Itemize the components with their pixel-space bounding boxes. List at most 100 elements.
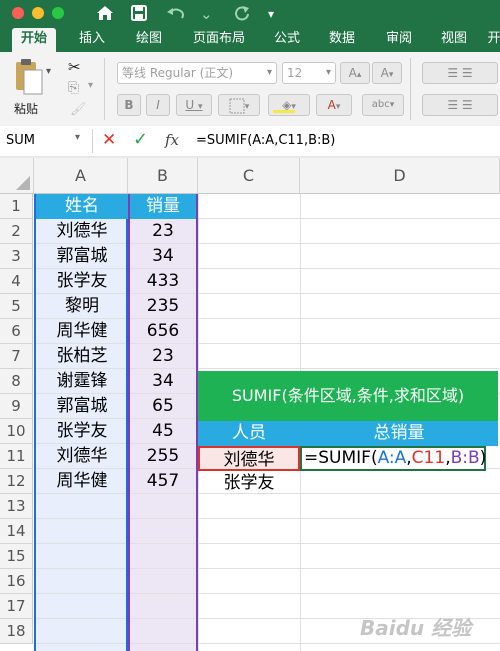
cell-b7[interactable]: 23 xyxy=(130,344,196,369)
cell-a10[interactable]: 张学友 xyxy=(36,419,128,444)
grow-font-button[interactable]: A▴ xyxy=(340,62,370,84)
cell-b1-header[interactable]: 销量 xyxy=(130,194,196,219)
cell-a5[interactable]: 黎明 xyxy=(36,294,128,319)
formula-input[interactable]: =SUMIF(A:A,C11,B:B) xyxy=(196,133,335,148)
row-header-18[interactable]: 18 xyxy=(0,619,33,644)
row-header-16[interactable]: 16 xyxy=(0,569,33,594)
font-size-box[interactable]: 12 ▾ xyxy=(282,62,336,84)
row-header-9[interactable]: 9 xyxy=(0,394,33,419)
shrink-font-button[interactable]: A▾ xyxy=(372,62,402,84)
row-header-5[interactable]: 5 xyxy=(0,294,33,319)
row-header-3[interactable]: 3 xyxy=(0,244,33,269)
tab-data[interactable]: 数据 xyxy=(320,28,364,52)
row-header-7[interactable]: 7 xyxy=(0,344,33,369)
bold-button[interactable]: B xyxy=(117,94,141,116)
horizontal-align-group[interactable]: ☰ ☰ xyxy=(422,94,498,116)
cell-d11-editing[interactable]: =SUMIF(A:A,C11,B:B) xyxy=(300,446,486,471)
copy-dropdown-icon[interactable]: ▾ xyxy=(88,80,93,91)
row-header-14[interactable]: 14 xyxy=(0,519,33,544)
name-box-dropdown-icon[interactable]: ▾ xyxy=(75,132,80,143)
home-icon[interactable] xyxy=(95,4,115,27)
cell-b11[interactable]: 255 xyxy=(130,444,196,469)
row-header-17[interactable]: 17 xyxy=(0,594,33,619)
format-painter-icon[interactable]: 🖌 xyxy=(70,102,87,117)
cell-d10-header[interactable]: 总销量 xyxy=(300,421,498,446)
cell-b4[interactable]: 433 xyxy=(130,269,196,294)
cell-b12[interactable]: 457 xyxy=(130,469,196,494)
cell-a12[interactable]: 周华健 xyxy=(36,469,128,494)
fill-color-button[interactable]: ◈▾ xyxy=(268,94,310,116)
column-header-d[interactable]: D xyxy=(300,158,500,194)
cell-a6[interactable]: 周华健 xyxy=(36,319,128,344)
cell-c11[interactable]: 刘德华 xyxy=(198,446,300,471)
cell-b10[interactable]: 45 xyxy=(130,419,196,444)
row-header-6[interactable]: 6 xyxy=(0,319,33,344)
cell-a11[interactable]: 刘德华 xyxy=(36,444,128,469)
tab-insert[interactable]: 插入 xyxy=(70,28,114,52)
paste-dropdown-icon[interactable]: ▾ xyxy=(46,66,51,77)
undo-icon[interactable] xyxy=(165,4,187,27)
paste-button[interactable] xyxy=(10,58,44,98)
chevron-down-icon: ▾ xyxy=(325,67,331,78)
font-name-box[interactable]: 等线 Regular (正文) ▾ xyxy=(117,62,277,84)
cell-a3[interactable]: 郭富城 xyxy=(36,244,128,269)
borders-button[interactable]: ▾ xyxy=(218,94,260,116)
tab-home[interactable]: 开始 xyxy=(12,28,56,52)
cell-b5[interactable]: 235 xyxy=(130,294,196,319)
tab-formulas[interactable]: 公式 xyxy=(265,28,309,52)
cell-a7[interactable]: 张柏芝 xyxy=(36,344,128,369)
font-color-button[interactable]: A▾ xyxy=(316,94,352,116)
minimize-window-button[interactable] xyxy=(32,7,44,19)
cancel-button[interactable]: ✕ xyxy=(102,130,116,150)
insert-function-button[interactable]: fx xyxy=(165,131,179,149)
tab-view[interactable]: 视图 xyxy=(432,28,476,52)
cell-c10-header[interactable]: 人员 xyxy=(198,421,300,446)
redo-icon[interactable] xyxy=(232,4,252,27)
tab-page-layout[interactable]: 页面布局 xyxy=(184,28,254,52)
zoom-window-button[interactable] xyxy=(52,7,64,19)
column-header-c[interactable]: C xyxy=(198,158,300,194)
row-header-11[interactable]: 11 xyxy=(0,444,33,469)
vertical-align-group[interactable]: ☰ ☰ xyxy=(422,62,498,84)
cell-b8[interactable]: 34 xyxy=(130,369,196,394)
italic-button[interactable]: I xyxy=(146,94,170,116)
row-header-4[interactable]: 4 xyxy=(0,269,33,294)
enter-button[interactable]: ✓ xyxy=(133,129,148,150)
paste-label: 粘贴 xyxy=(14,102,39,116)
formula-range-a: A:A xyxy=(377,448,407,468)
cell-a2[interactable]: 刘德华 xyxy=(36,219,128,244)
save-icon[interactable] xyxy=(130,4,148,27)
tab-more[interactable]: 开 xyxy=(484,28,500,52)
row-header-13[interactable]: 13 xyxy=(0,494,33,519)
divider xyxy=(92,129,93,153)
row-header-12[interactable]: 12 xyxy=(0,469,33,494)
cell-b3[interactable]: 34 xyxy=(130,244,196,269)
cell-b2[interactable]: 23 xyxy=(130,219,196,244)
row-header-15[interactable]: 15 xyxy=(0,544,33,569)
tab-review[interactable]: 审阅 xyxy=(377,28,421,52)
cell-b9[interactable]: 65 xyxy=(130,394,196,419)
customize-icon[interactable]: ⌄ xyxy=(200,4,213,24)
column-header-a[interactable]: A xyxy=(34,158,128,194)
cell-a4[interactable]: 张学友 xyxy=(36,269,128,294)
align-top-icon: ☰ xyxy=(447,66,459,80)
cell-c12[interactable]: 张学友 xyxy=(198,471,300,496)
row-header-1[interactable]: 1 xyxy=(0,194,33,219)
copy-icon[interactable]: ⎘ xyxy=(68,80,79,96)
cell-a9[interactable]: 郭富城 xyxy=(36,394,128,419)
select-all-corner[interactable] xyxy=(0,158,34,194)
cut-icon[interactable]: ✂ xyxy=(68,58,81,76)
name-box[interactable]: SUM xyxy=(6,131,86,151)
cell-a1-header[interactable]: 姓名 xyxy=(36,194,128,219)
close-window-button[interactable] xyxy=(12,7,24,19)
row-header-10[interactable]: 10 xyxy=(0,419,33,444)
cell-b6[interactable]: 656 xyxy=(130,319,196,344)
row-header-2[interactable]: 2 xyxy=(0,219,33,244)
tab-draw[interactable]: 绘图 xyxy=(127,28,171,52)
quick-access-more-icon[interactable]: ▾ xyxy=(268,4,274,24)
underline-button[interactable]: U ▾ xyxy=(176,94,212,116)
row-header-8[interactable]: 8 xyxy=(0,369,33,394)
column-header-b[interactable]: B xyxy=(128,158,198,194)
cell-a8[interactable]: 谢霆锋 xyxy=(36,369,128,394)
phonetic-button[interactable]: abc▾ xyxy=(362,94,404,116)
